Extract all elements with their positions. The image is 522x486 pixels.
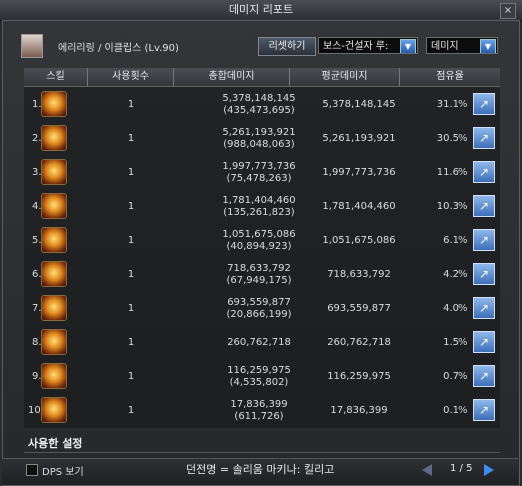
skill-icon <box>41 193 67 219</box>
percent-sign: % <box>458 99 468 110</box>
share-value: 30.5 <box>436 133 459 144</box>
reset-button[interactable]: 리셋하기 <box>258 37 316 56</box>
chevron-down-icon[interactable]: ▼ <box>480 39 496 53</box>
tab-used-settings[interactable]: 사용한 설정 <box>28 435 82 451</box>
percent-sign: % <box>458 235 468 246</box>
share-value: 0.1 <box>443 405 459 416</box>
use-count: 1 <box>127 167 135 178</box>
table-row: 2. 1 5,261,193,921 (988,048,063) 5,261,19… <box>24 121 500 155</box>
share-value: 1.5 <box>443 337 459 348</box>
share-icon[interactable]: ↗ <box>473 195 495 217</box>
table-header: 스킬 사용횟수 총합데미지 평균데미지 점유율 <box>24 68 500 87</box>
share-value: 10.3 <box>436 201 459 212</box>
share-icon[interactable]: ↗ <box>473 365 495 387</box>
average-damage: 693,559,877 <box>327 303 391 314</box>
table-row: 9. 1 116,259,975 (4,535,802) 116,259,975 … <box>24 359 500 393</box>
table-row: 6. 1 718,633,792 (67,949,175) 718,633,792… <box>24 257 500 291</box>
prev-page-icon[interactable] <box>422 464 432 476</box>
use-count: 1 <box>127 99 135 110</box>
average-damage: 718,633,792 <box>327 269 391 280</box>
col-share: 점유율 <box>436 71 464 82</box>
share-icon[interactable]: ↗ <box>473 93 495 115</box>
table-row: 4. 1 1,781,404,460 (135,261,823) 1,781,40… <box>24 189 500 223</box>
average-damage: 1,051,675,086 <box>322 235 396 246</box>
chevron-down-icon[interactable]: ▼ <box>400 39 416 53</box>
average-damage: 116,259,975 <box>327 371 391 382</box>
table-row: 10. 1 17,836,399 (611,726) 17,836,399 0.1… <box>24 393 500 427</box>
mode-select[interactable]: 데미지 ▼ <box>426 37 498 54</box>
tab-divider <box>24 452 500 453</box>
average-damage: 17,836,399 <box>330 405 388 416</box>
use-count: 1 <box>127 303 135 314</box>
window-titlebar: 데미지 리포트 × <box>0 0 522 21</box>
percent-sign: % <box>458 371 468 382</box>
skill-icon <box>41 363 67 389</box>
dps-label: DPS 보기 <box>42 467 84 478</box>
average-damage: 1,781,404,460 <box>322 201 396 212</box>
share-value: 4.2 <box>443 269 459 280</box>
share-value: 31.1 <box>436 99 459 110</box>
mode-select-value: 데미지 <box>431 41 459 52</box>
next-page-icon[interactable] <box>484 464 494 476</box>
share-icon[interactable]: ↗ <box>473 263 495 285</box>
dungeon-name: 던전명 = 솔리움 마키나: 킬리고 <box>186 463 335 476</box>
use-count: 1 <box>127 133 135 144</box>
avatar <box>21 34 43 58</box>
percent-sign: % <box>458 303 468 314</box>
col-skill: 스킬 <box>24 68 88 86</box>
percent-sign: % <box>458 167 468 178</box>
share-value: 6.1 <box>443 235 459 246</box>
average-damage: 260,762,718 <box>327 337 391 348</box>
share-icon[interactable]: ↗ <box>473 161 495 183</box>
use-count: 1 <box>127 269 135 280</box>
table-row: 1. 1 5,378,148,145 (435,473,695) 5,378,14… <box>24 87 500 121</box>
average-damage: 5,378,148,145 <box>322 99 396 110</box>
skill-icon <box>41 295 67 321</box>
window-title: 데미지 리포트 <box>228 3 294 16</box>
use-count: 1 <box>127 201 135 212</box>
percent-sign: % <box>458 337 468 348</box>
share-icon[interactable]: ↗ <box>473 229 495 251</box>
skill-icon <box>41 397 67 423</box>
share-icon[interactable]: ↗ <box>473 297 495 319</box>
skill-icon <box>41 329 67 355</box>
percent-sign: % <box>458 201 468 212</box>
share-value: 11.6 <box>436 167 459 178</box>
share-icon[interactable]: ↗ <box>473 399 495 421</box>
table-row: 7. 1 693,559,877 (20,866,199) 693,559,877… <box>24 291 500 325</box>
average-damage: 1,997,773,736 <box>322 167 396 178</box>
use-count: 1 <box>127 235 135 246</box>
percent-sign: % <box>458 405 468 416</box>
character-name: 에리리링 / 이클립스 (Lv.90) <box>58 43 179 54</box>
skill-icon <box>41 261 67 287</box>
close-button[interactable]: × <box>500 3 516 19</box>
dungeon-select-value: 보스-건설자 루: <box>323 41 389 52</box>
skill-icon <box>41 125 67 151</box>
use-count: 1 <box>127 371 135 382</box>
share-value: 0.7 <box>443 371 459 382</box>
skill-icon <box>41 159 67 185</box>
use-count: 1 <box>127 337 135 348</box>
percent-sign: % <box>458 133 468 144</box>
use-count: 1 <box>127 405 135 416</box>
share-icon[interactable]: ↗ <box>473 331 495 353</box>
skill-icon <box>41 91 67 117</box>
dungeon-select[interactable]: 보스-건설자 루: ▼ <box>318 37 418 54</box>
table-row: 5. 1 1,051,675,086 (40,894,923) 1,051,675… <box>24 223 500 257</box>
percent-sign: % <box>458 269 468 280</box>
skill-icon <box>41 227 67 253</box>
dps-checkbox[interactable] <box>26 464 38 476</box>
page-indicator: 1 / 5 <box>450 463 473 474</box>
average-damage: 5,261,193,921 <box>322 133 396 144</box>
share-icon[interactable]: ↗ <box>473 127 495 149</box>
col-average-damage: 평균데미지 <box>290 68 400 86</box>
table-row: 3. 1 1,997,773,736 (75,478,263) 1,997,773… <box>24 155 500 189</box>
col-total-damage: 총합데미지 <box>174 68 290 86</box>
share-value: 4.0 <box>443 303 459 314</box>
col-uses: 사용횟수 <box>88 68 174 86</box>
table-row: 8. 1 260,762,718 260,762,718 1.5 % ↗ <box>24 325 500 359</box>
